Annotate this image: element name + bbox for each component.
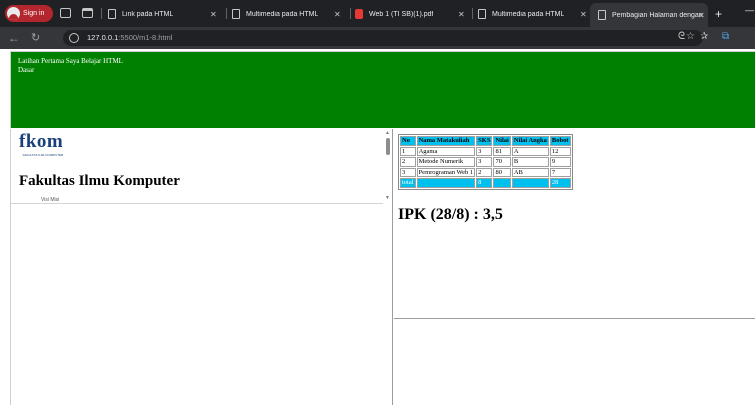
tab-separator (101, 8, 102, 19)
close-tab-icon[interactable]: ✕ (334, 10, 341, 19)
tab-title: Web 1 (TI SB)(1).pdf (369, 10, 434, 18)
url-host: 127.0.0.1 (87, 33, 119, 42)
page-viewport: Latihan Pertama Saya Belajar HTML Dasar … (0, 49, 755, 405)
left-frame: fkom FAKULTAS ILMU KOMPUTER Fakultas Ilm… (10, 129, 393, 405)
tab-web1-pdf[interactable]: Web 1 (TI SB)(1).pdf ✕ (355, 4, 465, 24)
right-frame: No Nama Matakuliah SKS Nilai Nilai Angka… (394, 129, 755, 319)
table-cell: 3 (476, 146, 493, 156)
table-cell (511, 178, 549, 188)
address-bar-row: ← ↻ 127.0.0.1:5500/m1-8.html ☆ ᘓ ✰ ⧉ (0, 27, 755, 49)
table-cell: 3 (400, 167, 416, 177)
workspaces-icon[interactable] (60, 8, 71, 18)
header-line-2: Dasar (18, 65, 35, 74)
fkom-logo-subtext: FAKULTAS ILMU KOMPUTER (22, 153, 64, 157)
header-cell: Bobot (549, 136, 571, 146)
table-cell: 28 (549, 178, 571, 188)
collections-icon[interactable]: ⧉ (722, 31, 729, 42)
tab-title: Pembagian Halaman dengan F (612, 11, 704, 19)
page-icon (478, 9, 486, 19)
table-cell: B (511, 157, 549, 167)
reload-icon[interactable]: ↻ (31, 31, 40, 45)
page-icon (232, 9, 240, 19)
table-cell: 7 (549, 167, 571, 177)
table-cell: 81 (493, 146, 511, 156)
table-cell: Pemrograman Web 1 (416, 167, 476, 177)
close-tab-icon[interactable]: ✕ (698, 11, 705, 20)
extension-icon[interactable]: ᘓ (678, 31, 685, 42)
bookmark-star-icon[interactable]: ☆ (686, 31, 695, 42)
header-cell: SKS (476, 136, 493, 146)
tab-multimedia-pada-html-2[interactable]: Multimedia pada HTML ✕ (478, 4, 588, 24)
tab-separator (350, 8, 351, 19)
favorites-icon[interactable]: ✰ (700, 31, 708, 42)
cut-off-text: Visi Misi (41, 197, 60, 203)
table-cell: Metode Numerik (416, 157, 476, 167)
back-icon[interactable]: ← (8, 31, 20, 45)
faculty-title: Fakultas Ilmu Komputer (19, 173, 180, 189)
pdf-icon (355, 9, 363, 19)
table-row: 2 Metode Numerik 3 70 B 9 (400, 157, 571, 167)
page-icon (598, 10, 606, 20)
left-frame-scrollbar[interactable]: ▲ ▼ (383, 129, 393, 204)
header-text: Latihan Pertama Saya Belajar HTML Dasar (18, 57, 123, 74)
table-cell: 80 (493, 167, 511, 177)
table-cell (493, 178, 511, 188)
tab-link-pada-html[interactable]: Link pada HTML ✕ (108, 4, 220, 24)
scrollbar-thumb[interactable] (386, 138, 390, 155)
table-cell: total (400, 178, 416, 188)
tab-pembagian-halaman[interactable]: Pembagian Halaman dengan F ✕ (590, 3, 708, 27)
address-bar[interactable]: 127.0.0.1:5500/m1-8.html ☆ (63, 30, 703, 46)
table-total-row: total 8 28 (400, 178, 571, 188)
tab-actions-icon[interactable] (82, 8, 93, 18)
table-cell: 12 (549, 146, 571, 156)
site-info-icon[interactable] (69, 33, 79, 43)
table-cell: 8 (476, 178, 493, 188)
avatar-icon (7, 7, 20, 20)
close-tab-icon[interactable]: ✕ (210, 10, 217, 19)
tab-separator (226, 8, 227, 19)
header-cell: Nama Matakuliah (416, 136, 476, 146)
table-row: 1 Agama 3 81 A 12 (400, 146, 571, 156)
tab-title: Link pada HTML (122, 10, 174, 18)
header-frame: Latihan Pertama Saya Belajar HTML Dasar (10, 51, 755, 128)
table-header-row: No Nama Matakuliah SKS Nilai Nilai Angka… (400, 136, 571, 146)
table-cell: 2 (400, 157, 416, 167)
scroll-up-icon[interactable]: ▲ (385, 130, 390, 136)
sign-in-button[interactable]: Sign in (5, 5, 53, 22)
grades-table: No Nama Matakuliah SKS Nilai Nilai Angka… (398, 134, 573, 190)
table-cell (416, 178, 476, 188)
page-icon (108, 9, 116, 19)
header-cell: Nilai (493, 136, 511, 146)
tab-separator (472, 8, 473, 19)
new-tab-icon[interactable]: + (715, 7, 722, 21)
tab-multimedia-pada-html[interactable]: Multimedia pada HTML ✕ (232, 4, 344, 24)
left-frame-inner: fkom FAKULTAS ILMU KOMPUTER Fakultas Ilm… (11, 129, 383, 204)
table-cell: 70 (493, 157, 511, 167)
ipk-result: IPK (28/8) : 3,5 (398, 206, 503, 223)
table-row: 3 Pemrograman Web 1 2 80 AB 7 (400, 167, 571, 177)
tab-title: Multimedia pada HTML (246, 10, 319, 18)
scroll-down-icon[interactable]: ▼ (385, 195, 390, 201)
table-cell: 1 (400, 146, 416, 156)
header-cell: No (400, 136, 416, 146)
table-cell: 3 (476, 157, 493, 167)
fkom-logo: fkom (19, 131, 64, 152)
table-cell: 9 (549, 157, 571, 167)
minimize-icon[interactable]: — (745, 5, 754, 15)
table-cell: AB (511, 167, 549, 177)
url-path: :5500/m1-8.html (118, 33, 173, 42)
browser-tab-bar: Sign in Link pada HTML ✕ Multimedia pada… (0, 0, 755, 27)
tab-title: Multimedia pada HTML (492, 10, 565, 18)
sign-in-label: Sign in (23, 10, 45, 17)
header-cell: Nilai Angka (511, 136, 549, 146)
url-text[interactable]: 127.0.0.1:5500/m1-8.html (87, 33, 172, 42)
table-cell: 2 (476, 167, 493, 177)
table-cell: A (511, 146, 549, 156)
close-tab-icon[interactable]: ✕ (580, 10, 587, 19)
header-line-1: Latihan Pertama Saya Belajar HTML (18, 57, 123, 65)
table-cell: Agama (416, 146, 476, 156)
close-tab-icon[interactable]: ✕ (458, 10, 465, 19)
